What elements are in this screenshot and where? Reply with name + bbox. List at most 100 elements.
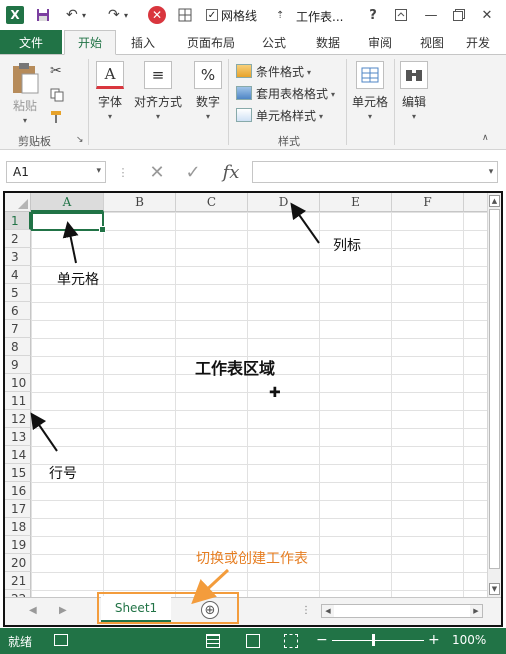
sheet-prev-icon[interactable]: ◀ [29, 605, 37, 616]
ribbon-display-button[interactable] [390, 5, 412, 25]
insert-function-button[interactable]: fx [218, 161, 244, 183]
tab-data[interactable]: 数据 [306, 30, 350, 54]
zoom-slider-thumb[interactable] [372, 634, 375, 646]
active-cell[interactable] [31, 212, 106, 233]
row-header[interactable]: 17 [5, 500, 31, 518]
chevron-down-icon[interactable]: ▾ [96, 166, 101, 176]
zoom-level[interactable]: 100% [452, 633, 486, 647]
zoom-in-button[interactable]: + [428, 632, 440, 648]
row-header[interactable]: 21 [5, 572, 31, 590]
horizontal-scrollbar[interactable]: ◀ ▶ [321, 604, 483, 618]
row-header[interactable]: 20 [5, 554, 31, 572]
column-header-f[interactable]: F [392, 193, 464, 212]
row-header[interactable]: 7 [5, 320, 31, 338]
row-header[interactable]: 11 [5, 392, 31, 410]
row-header[interactable]: 2 [5, 230, 31, 248]
cell-grid[interactable] [31, 212, 491, 597]
select-all-button[interactable] [5, 193, 31, 212]
table-icon[interactable] [178, 5, 192, 25]
row-header[interactable]: 5 [5, 284, 31, 302]
scroll-down-icon[interactable]: ▼ [489, 583, 500, 595]
row-header[interactable]: 3 [5, 248, 31, 266]
row-header[interactable]: 1 [5, 212, 31, 230]
column-header-a[interactable]: A [31, 193, 104, 212]
number-button[interactable]: % 数字 ▾ [194, 61, 222, 121]
normal-view-icon[interactable] [206, 634, 220, 648]
clipboard-launcher-icon[interactable]: ↘ [76, 135, 84, 145]
name-box[interactable]: A1 ▾ [6, 161, 106, 183]
paste-button[interactable]: 粘贴 ▾ [10, 61, 40, 125]
row-header[interactable]: 12 [5, 410, 31, 428]
number-label: 数字 [195, 95, 220, 109]
copy-icon[interactable] [50, 85, 64, 105]
enter-icon[interactable]: ✓ [182, 161, 204, 183]
tab-file[interactable]: 文件 [0, 30, 62, 54]
scroll-left-icon[interactable]: ◀ [322, 605, 334, 617]
row-header[interactable]: 4 [5, 266, 31, 284]
formula-input[interactable] [252, 161, 498, 183]
gridlines-toggle[interactable]: ✓ 网格线 [206, 5, 257, 25]
format-painter-icon[interactable] [50, 107, 64, 127]
conditional-format-button[interactable]: 条件格式 ▾ [236, 61, 311, 81]
redo-icon[interactable]: ↷ [108, 5, 120, 25]
scroll-up-icon[interactable]: ▲ [489, 195, 500, 207]
macro-record-icon[interactable] [54, 634, 68, 646]
row-header[interactable]: 19 [5, 536, 31, 554]
undo-icon[interactable]: ↶ [66, 5, 78, 25]
vertical-scroll-thumb[interactable] [489, 209, 500, 569]
tab-view[interactable]: 视图 [410, 30, 454, 54]
tab-home[interactable]: 开始 [64, 30, 116, 55]
collapse-ribbon-icon[interactable]: ∧ [482, 133, 489, 143]
tab-split-icon[interactable]: ⋮ [301, 605, 311, 616]
column-header-c[interactable]: C [176, 193, 248, 212]
column-header-e[interactable]: E [320, 193, 392, 212]
expand-formula-bar-icon[interactable]: ▾ [484, 161, 498, 183]
annotation-column-header: 列标 [333, 238, 361, 254]
cells-dropdown-icon: ▾ [368, 112, 373, 121]
align-icon: ≡ [144, 61, 172, 89]
alignment-button[interactable]: ≡ 对齐方式 ▾ [134, 61, 182, 121]
binoculars-icon [400, 61, 428, 89]
row-header[interactable]: 9 [5, 356, 31, 374]
page-break-view-icon[interactable] [284, 634, 298, 648]
stop-button[interactable]: ✕ [148, 5, 166, 25]
row-header[interactable]: 10 [5, 374, 31, 392]
help-button[interactable]: ? [362, 5, 384, 25]
save-icon[interactable] [36, 5, 50, 25]
cancel-icon[interactable]: ✕ [146, 161, 168, 183]
scroll-right-icon[interactable]: ▶ [470, 605, 482, 617]
editing-button[interactable]: 编辑 ▾ [400, 61, 428, 121]
row-header[interactable]: 16 [5, 482, 31, 500]
tab-formulas[interactable]: 公式 [252, 30, 296, 54]
row-header[interactable]: 14 [5, 446, 31, 464]
tab-insert[interactable]: 插入 [120, 30, 166, 54]
column-header-b[interactable]: B [104, 193, 176, 212]
row-header[interactable]: 13 [5, 428, 31, 446]
zoom-out-button[interactable]: − [316, 632, 328, 648]
vertical-scrollbar[interactable]: ▲ ▼ [487, 193, 501, 597]
close-button[interactable]: ✕ [476, 5, 498, 25]
font-button[interactable]: A 字体 ▾ [96, 61, 124, 121]
row-header[interactable]: 6 [5, 302, 31, 320]
zoom-slider[interactable] [332, 640, 424, 641]
customize-toolbar-icon[interactable]: ⇡ [276, 5, 284, 25]
cells-button[interactable]: 单元格 ▾ [352, 61, 388, 121]
cell-style-button[interactable]: 单元格样式 ▾ [236, 105, 323, 125]
redo-dropdown-icon[interactable]: ▾ [124, 5, 128, 25]
tab-page-layout[interactable]: 页面布局 [176, 30, 246, 54]
row-header[interactable]: 18 [5, 518, 31, 536]
sheet-tab-bar: ◀ ▶ Sheet1 ⊕ ⋮ ◀ ▶ [5, 592, 501, 625]
undo-dropdown-icon[interactable]: ▾ [82, 5, 86, 25]
minimize-button[interactable]: — [420, 5, 442, 25]
cut-icon[interactable]: ✂ [50, 61, 62, 81]
page-layout-view-icon[interactable] [246, 634, 260, 648]
restore-button[interactable] [448, 5, 470, 25]
table-format-button[interactable]: 套用表格格式 ▾ [236, 83, 335, 103]
column-header-d[interactable]: D [248, 193, 320, 212]
sheet-next-icon[interactable]: ▶ [59, 605, 67, 616]
tab-developer[interactable]: 开发 [466, 30, 506, 54]
row-header[interactable]: 15 [5, 464, 31, 482]
name-box-value: A1 [13, 165, 29, 179]
tab-review[interactable]: 审阅 [358, 30, 402, 54]
row-header[interactable]: 8 [5, 338, 31, 356]
